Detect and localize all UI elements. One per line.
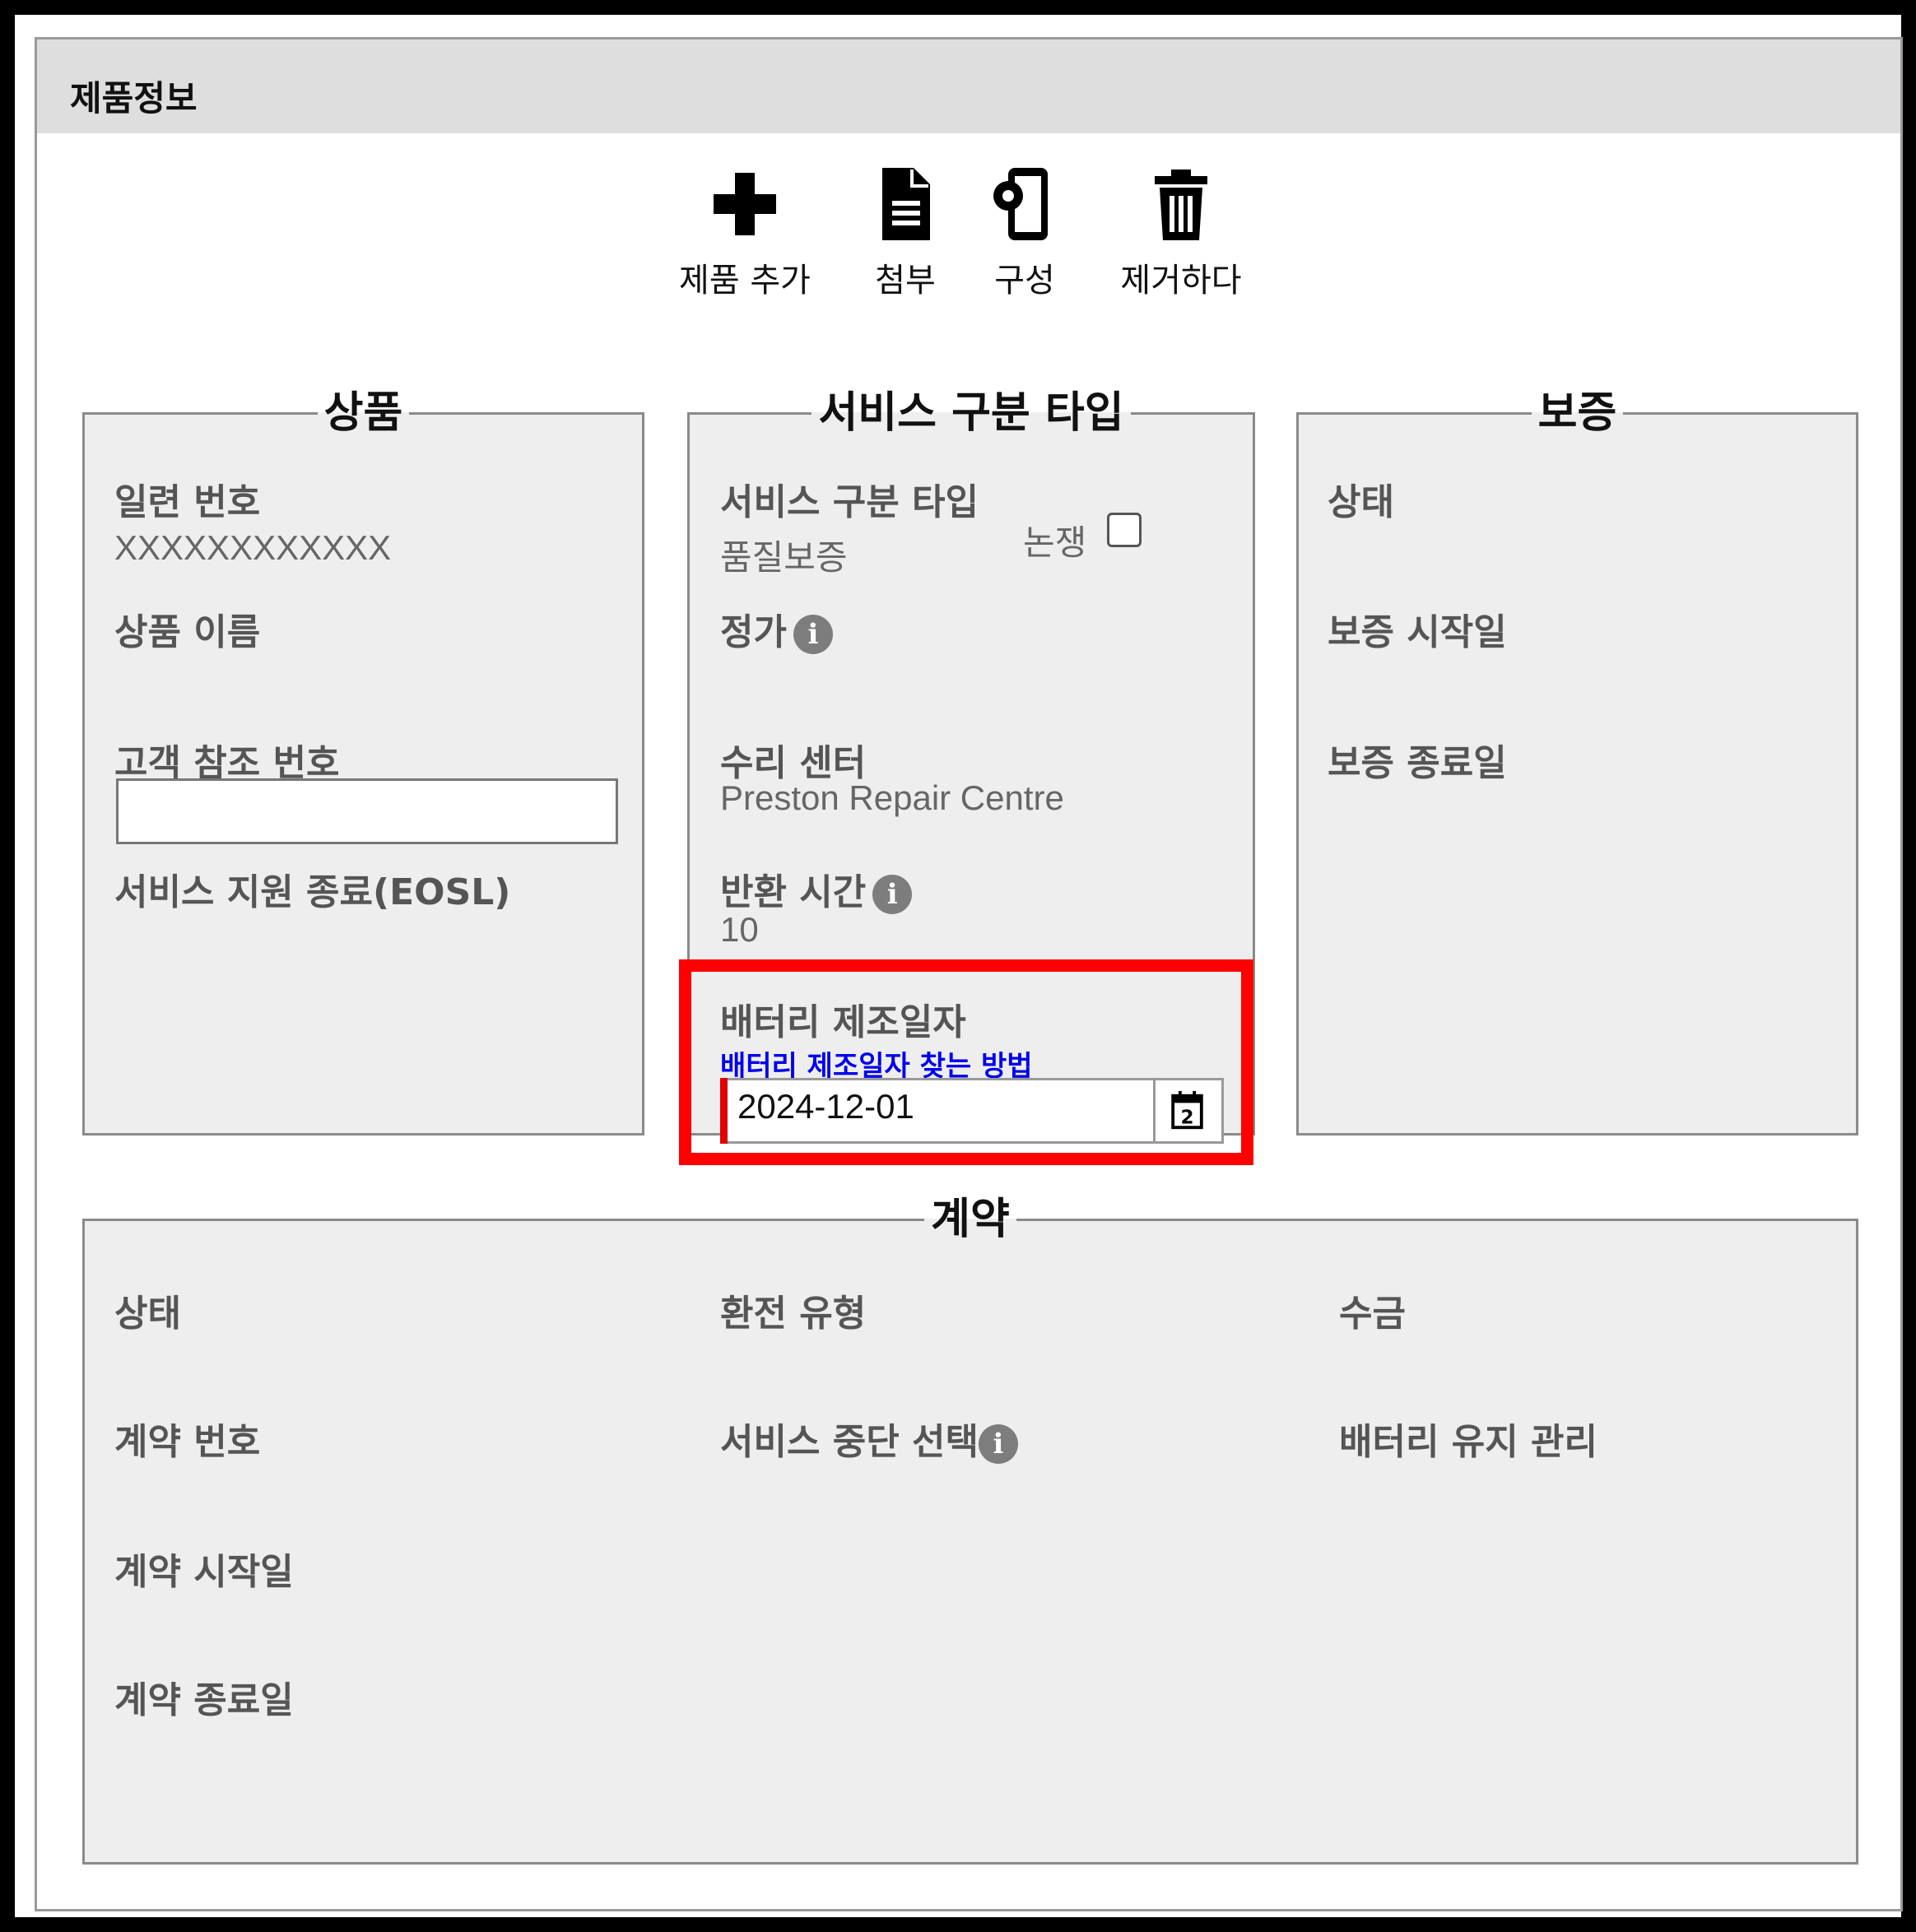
remove-button[interactable]: 제거하다 <box>1120 163 1242 303</box>
battery-date-input[interactable]: 2024-12-01 2 <box>720 1078 1224 1144</box>
repair-center-value: Preston Repair Centre <box>720 778 1064 817</box>
battery-date-value: 2024-12-01 <box>737 1087 914 1126</box>
device-gear-icon <box>993 168 1048 240</box>
plus-icon <box>714 173 776 235</box>
contract-status-label: 상태 <box>114 1293 181 1335</box>
product-legend: 상품 <box>323 388 403 438</box>
product-info-panel: 제품정보 제품 추가 첨부 구성 제거하다 상품 일련 번호 XXXXXXXXX… <box>35 37 1903 1911</box>
configure-button[interactable]: 구성 <box>984 163 1066 303</box>
info-icon[interactable]: i <box>979 1424 1018 1464</box>
list-price-label: 정가 i <box>720 602 833 655</box>
service-stop-label-text: 서비스 중단 선택 <box>720 1421 979 1463</box>
panel-header: 제품정보 <box>37 39 1900 133</box>
refund-type-label: 환전 유형 <box>720 1293 867 1335</box>
service-type-label: 서비스 구분 타입 <box>720 481 979 523</box>
contract-start-label: 계약 시작일 <box>114 1551 294 1593</box>
service-type-legend: 서비스 구분 타입 <box>818 388 1124 438</box>
page-title: 제품정보 <box>70 78 198 118</box>
customer-ref-input[interactable] <box>116 778 618 844</box>
battery-date-label: 배터리 제조일자 <box>720 1001 966 1043</box>
attach-button[interactable]: 첨부 <box>864 163 946 303</box>
turnaround-label: 반환 시간 i <box>720 862 913 915</box>
calendar-icon: 2 <box>1171 1090 1203 1130</box>
configure-label: 구성 <box>994 262 1055 300</box>
warranty-end-label: 보증 종료일 <box>1328 742 1507 784</box>
dispute-label: 논쟁 <box>1023 522 1087 563</box>
remove-label: 제거하다 <box>1120 262 1242 300</box>
list-price-label-text: 정가 <box>720 611 787 653</box>
serial-number-value: XXXXXXXXXXXX <box>114 528 392 567</box>
info-icon[interactable]: i <box>793 615 833 654</box>
warranty-status-label: 상태 <box>1328 481 1394 523</box>
serial-number-label: 일련 번호 <box>114 481 261 523</box>
add-product-button[interactable]: 제품 추가 <box>679 163 811 303</box>
collection-label: 수금 <box>1339 1293 1406 1335</box>
warranty-start-label: 보증 시작일 <box>1328 611 1507 653</box>
required-indicator <box>720 1078 728 1144</box>
calendar-day: 2 <box>1180 1107 1193 1128</box>
contract-end-label: 계약 종료일 <box>114 1679 294 1721</box>
contract-section: 계약 <box>82 1198 1858 1865</box>
service-stop-label: 서비스 중단 선택 i <box>720 1412 1018 1465</box>
info-icon[interactable]: i <box>872 875 913 914</box>
service-type-value: 품질보증 <box>720 537 848 578</box>
document-icon <box>882 168 930 240</box>
calendar-button[interactable]: 2 <box>1153 1080 1221 1141</box>
dispute-checkbox[interactable] <box>1107 513 1142 547</box>
window-frame: 제품정보 제품 추가 첨부 구성 제거하다 상품 일련 번호 XXXXXXXXX… <box>0 0 1916 1932</box>
product-name-label: 상품 이름 <box>114 611 261 653</box>
contract-number-label: 계약 번호 <box>114 1421 261 1463</box>
warranty-legend: 보증 <box>1537 388 1617 438</box>
turnaround-label-text: 반환 시간 <box>720 871 867 913</box>
turnaround-value: 10 <box>720 910 759 949</box>
add-product-label: 제품 추가 <box>679 262 811 300</box>
battery-maintenance-label: 배터리 유지 관리 <box>1339 1421 1597 1463</box>
contract-legend: 계약 <box>931 1195 1010 1244</box>
eosl-label: 서비스 지원 종료(EOSL) <box>114 871 511 913</box>
trash-icon <box>1155 170 1207 240</box>
